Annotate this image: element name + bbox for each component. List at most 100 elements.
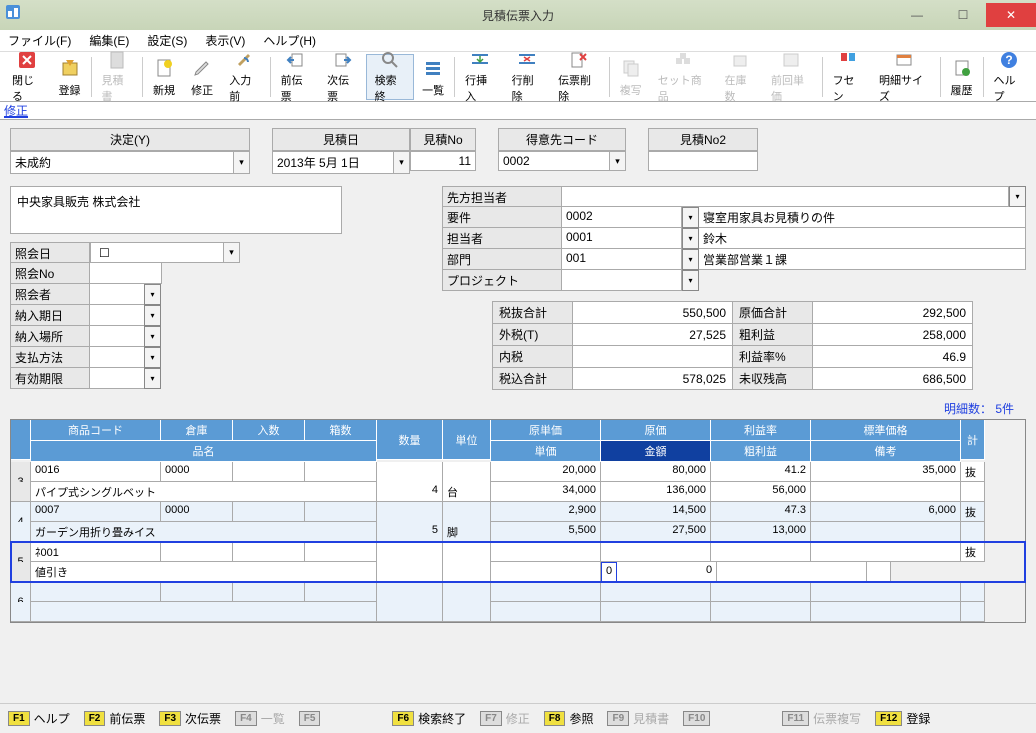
code-cell[interactable]: 0007 [31, 502, 161, 522]
chevron-down-icon[interactable]: ▾ [682, 270, 699, 291]
remarks-cell[interactable] [811, 482, 961, 502]
unit-cell[interactable]: 台 [443, 482, 491, 502]
remarks-cell[interactable] [811, 522, 961, 542]
amount-cell[interactable]: 27,500 [601, 522, 711, 542]
name-cell[interactable]: 値引き [31, 562, 377, 582]
profit-rate-cell[interactable] [711, 582, 811, 602]
profit-rate-cell[interactable] [711, 542, 811, 562]
unit-cell[interactable] [443, 562, 491, 582]
decision-combo[interactable]: 未成約 ▾ [10, 151, 250, 174]
orig-price-cell[interactable]: 20,000 [491, 462, 601, 482]
tb-history[interactable]: 履歴 [942, 54, 980, 100]
f4-list[interactable]: F4一覧 [235, 710, 285, 727]
qty-cell[interactable] [377, 562, 443, 582]
f3-next[interactable]: F3次伝票 [159, 710, 221, 727]
chevron-down-icon[interactable]: ▾ [144, 347, 161, 368]
pack-cell[interactable] [233, 502, 305, 522]
estimate-no-input[interactable] [410, 151, 476, 171]
shokaibi-input[interactable]: ☐▾ [90, 242, 240, 263]
f11-copy[interactable]: F11伝票複写 [782, 710, 861, 727]
remarks-cell[interactable] [811, 602, 961, 622]
tb-stock[interactable]: 在庫数 [717, 54, 763, 100]
nounyukijitsu-input[interactable] [90, 305, 145, 326]
warehouse-cell[interactable] [161, 542, 233, 562]
code-cell[interactable]: 0016 [31, 462, 161, 482]
code-cell[interactable] [31, 582, 161, 602]
f8-ref[interactable]: F8参照 [544, 710, 594, 727]
menu-settings[interactable]: 設定(S) [147, 32, 187, 49]
chevron-down-icon[interactable]: ▾ [144, 284, 161, 305]
box-cell[interactable] [305, 462, 377, 482]
amount-cell[interactable] [601, 602, 711, 622]
std-price-cell[interactable]: 35,000 [811, 462, 961, 482]
menu-file[interactable]: ファイル(F) [8, 32, 71, 49]
tb-close[interactable]: 閉じる [4, 54, 50, 100]
profit-cell[interactable]: 0 [617, 562, 717, 582]
orig-cost-cell[interactable]: 80,000 [601, 462, 711, 482]
remarks-cell[interactable] [717, 562, 867, 582]
profit-cell[interactable] [711, 602, 811, 622]
tb-next-slip[interactable]: 次伝票 [319, 54, 365, 100]
menu-edit[interactable]: 編集(E) [89, 32, 129, 49]
chevron-down-icon[interactable]: ▾ [682, 228, 699, 249]
name-cell[interactable]: ガーデン用折り畳みイス [31, 522, 377, 542]
profit-rate-cell[interactable]: 47.3 [711, 502, 811, 522]
shokaino-input[interactable] [90, 263, 162, 284]
tb-list[interactable]: 一覧 [414, 54, 452, 100]
tb-slip-delete[interactable]: 伝票削除 [550, 54, 607, 100]
amount-cell-active[interactable]: 0 [601, 562, 617, 582]
senpo-value[interactable] [562, 186, 1009, 207]
name-cell[interactable]: パイプ式シングルベット [31, 482, 377, 502]
tanto-value[interactable]: 鈴木 [699, 228, 1026, 249]
box-cell[interactable] [305, 582, 377, 602]
tanto-code[interactable]: 0001 [562, 228, 682, 249]
bumon-value[interactable]: 営業部営業１課 [699, 249, 1026, 270]
orig-price-cell[interactable] [491, 542, 601, 562]
pack-cell[interactable] [233, 582, 305, 602]
maximize-button[interactable]: ☐ [940, 3, 986, 27]
bumon-code[interactable]: 001 [562, 249, 682, 270]
std-price-cell[interactable] [811, 542, 961, 562]
f5[interactable]: F5 [299, 711, 325, 726]
f9-estimate[interactable]: F9見積書 [607, 710, 669, 727]
f10[interactable]: F10 [683, 711, 714, 726]
pack-cell[interactable] [233, 542, 305, 562]
f1-help[interactable]: F1ヘルプ [8, 710, 70, 727]
price-cell[interactable] [491, 562, 601, 582]
warehouse-cell[interactable]: 0000 [161, 462, 233, 482]
minimize-button[interactable]: — [894, 3, 940, 27]
price-cell[interactable]: 5,500 [491, 522, 601, 542]
chevron-down-icon[interactable]: ▾ [682, 249, 699, 270]
yuko-input[interactable] [90, 368, 145, 389]
tb-prev-price[interactable]: 前回単価 [763, 54, 820, 100]
f6-search-end[interactable]: F6検索終了 [392, 710, 466, 727]
price-cell[interactable] [491, 602, 601, 622]
orig-price-cell[interactable]: 2,900 [491, 502, 601, 522]
kenmei-code[interactable]: 0002 [562, 207, 682, 228]
orig-price-cell[interactable] [491, 582, 601, 602]
shiharai-input[interactable] [90, 347, 145, 368]
box-cell[interactable] [305, 542, 377, 562]
menu-view[interactable]: 表示(V) [205, 32, 245, 49]
pack-cell[interactable] [233, 462, 305, 482]
menu-help[interactable]: ヘルプ(H) [263, 32, 316, 49]
f7-edit[interactable]: F7修正 [480, 710, 530, 727]
price-cell[interactable]: 34,000 [491, 482, 601, 502]
tb-copy[interactable]: 複写 [612, 54, 650, 100]
std-price-cell[interactable] [811, 582, 961, 602]
total-cell[interactable]: 抜 [961, 462, 985, 482]
orig-cost-cell[interactable] [601, 542, 711, 562]
chevron-down-icon[interactable]: ▾ [144, 305, 161, 326]
tb-register[interactable]: 登録 [50, 54, 88, 100]
project-code[interactable] [562, 270, 682, 291]
tb-help[interactable]: ?ヘルプ [986, 54, 1032, 100]
unit-cell[interactable]: 脚 [443, 522, 491, 542]
f2-prev[interactable]: F2前伝票 [84, 710, 146, 727]
tb-row-insert[interactable]: 行挿入 [457, 54, 503, 100]
unit-cell[interactable] [443, 602, 491, 622]
orig-cost-cell[interactable] [601, 582, 711, 602]
std-price-cell[interactable]: 6,000 [811, 502, 961, 522]
profit-rate-cell[interactable]: 41.2 [711, 462, 811, 482]
tb-row-delete[interactable]: 行削除 [504, 54, 550, 100]
estimate-no2-input[interactable] [648, 151, 758, 171]
